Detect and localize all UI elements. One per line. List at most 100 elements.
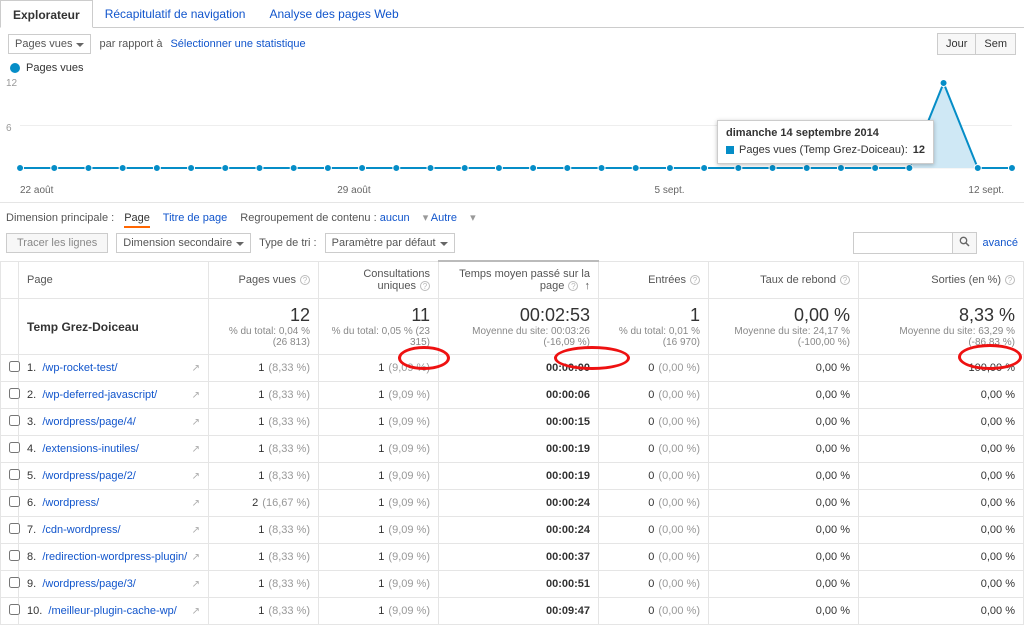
external-link-icon[interactable]: ↗ — [192, 363, 200, 374]
help-icon[interactable]: ? — [690, 275, 700, 285]
search-button[interactable] — [953, 232, 977, 254]
external-link-icon[interactable]: ↗ — [192, 579, 200, 590]
col-pageviews[interactable]: Pages vues? — [209, 261, 319, 299]
row-checkbox[interactable] — [9, 604, 20, 615]
exits-cell: 0,00 % — [859, 517, 1024, 544]
col-bounce[interactable]: Taux de rebond? — [709, 261, 859, 299]
page-link[interactable]: /cdn-wordpress/ — [42, 524, 120, 536]
primary-dimension-label: Dimension principale : — [6, 212, 114, 224]
external-link-icon[interactable]: ↗ — [192, 525, 200, 536]
dim-content-group-none[interactable]: aucun — [380, 212, 410, 224]
row-checkbox[interactable] — [9, 496, 20, 507]
external-link-icon[interactable]: ↗ — [192, 552, 200, 563]
tab-explorer[interactable]: Explorateur — [0, 0, 93, 28]
external-link-icon[interactable]: ↗ — [192, 417, 200, 428]
granularity-week-button[interactable]: Sem — [976, 33, 1016, 55]
col-avg-time[interactable]: Temps moyen passé sur la page? ↑ — [439, 261, 599, 299]
entries-cell: 0(0,00 %) — [599, 463, 709, 490]
table-controls-row: Tracer les lignes Dimension secondaire T… — [0, 226, 1024, 260]
unique-cell: 1(9,09 %) — [319, 544, 439, 571]
unique-cell: 1(9,09 %) — [319, 436, 439, 463]
row-index: 4. — [27, 443, 36, 455]
page-link[interactable]: /wordpress/page/2/ — [42, 470, 136, 482]
row-index: 8. — [27, 551, 36, 563]
external-link-icon[interactable]: ↗ — [192, 471, 200, 482]
select-stat-link[interactable]: Sélectionner une statistique — [170, 38, 305, 50]
page-link[interactable]: /wp-rocket-test/ — [42, 362, 117, 374]
row-checkbox[interactable] — [9, 415, 20, 426]
tooltip-value: 12 — [913, 143, 925, 158]
magnifier-icon — [959, 236, 970, 247]
table-row: 4. /extensions-inutiles/ ↗ 1(8,33 %)1(9,09… — [1, 436, 1024, 463]
unique-cell: 1(9,09 %) — [319, 463, 439, 490]
x-tick: 29 août — [337, 185, 370, 196]
chevron-down-icon: ▾ — [470, 212, 476, 224]
help-icon[interactable]: ? — [840, 275, 850, 285]
row-checkbox[interactable] — [9, 577, 20, 588]
row-checkbox[interactable] — [9, 523, 20, 534]
dim-page[interactable]: Page — [124, 212, 150, 228]
unique-cell: 1(9,09 %) — [319, 355, 439, 382]
bounce-cell: 0,00 % — [709, 355, 859, 382]
page-link[interactable]: /redirection-wordpress-plugin/ — [42, 551, 187, 563]
page-link[interactable]: /wordpress/page/4/ — [42, 416, 136, 428]
bounce-cell: 0,00 % — [709, 544, 859, 571]
dim-other[interactable]: Autre — [431, 212, 457, 224]
bounce-cell: 0,00 % — [709, 598, 859, 625]
external-link-icon[interactable]: ↗ — [192, 390, 200, 401]
row-checkbox[interactable] — [9, 469, 20, 480]
col-unique[interactable]: Consultations uniques? — [319, 261, 439, 299]
row-index: 3. — [27, 416, 36, 428]
avgtime-cell: 00:00:15 — [439, 409, 599, 436]
primary-dimension-row: Dimension principale : Page Titre de pag… — [0, 202, 1024, 226]
row-index: 1. — [27, 362, 36, 374]
secondary-dimension-selector[interactable]: Dimension secondaire — [116, 233, 251, 253]
row-checkbox[interactable] — [9, 361, 20, 372]
row-checkbox[interactable] — [9, 442, 20, 453]
tab-navigation-summary[interactable]: Récapitulatif de navigation — [93, 0, 258, 27]
row-index: 6. — [27, 497, 36, 509]
pv-cell: 1(8,33 %) — [209, 517, 319, 544]
page-link[interactable]: /wordpress/ — [42, 497, 99, 509]
help-icon[interactable]: ? — [300, 275, 310, 285]
help-icon[interactable]: ? — [420, 281, 430, 291]
data-table-wrap: Page Pages vues? Consultations uniques? … — [0, 260, 1024, 625]
tooltip-marker-icon — [726, 146, 734, 154]
page-link[interactable]: /wp-deferred-javascript/ — [42, 389, 157, 401]
col-page[interactable]: Page — [19, 261, 209, 299]
col-entries[interactable]: Entrées? — [599, 261, 709, 299]
page-link[interactable]: /meilleur-plugin-cache-wp/ — [48, 605, 176, 617]
table-row: 10. /meilleur-plugin-cache-wp/↗1(8,33 %)… — [1, 598, 1024, 625]
page-cell: 1. /wp-rocket-test/ ↗ — [19, 355, 209, 382]
metric-selector[interactable]: Pages vues — [8, 34, 91, 54]
exits-cell: 0,00 % — [859, 409, 1024, 436]
bounce-cell: 0,00 % — [709, 382, 859, 409]
row-checkbox[interactable] — [9, 388, 20, 399]
sort-type-selector[interactable]: Paramètre par défaut — [325, 233, 455, 253]
row-index: 10. — [27, 605, 42, 617]
row-checkbox[interactable] — [9, 550, 20, 561]
col-exits[interactable]: Sorties (en %)? — [859, 261, 1024, 299]
page-link[interactable]: /wordpress/page/3/ — [42, 578, 136, 590]
unique-cell: 1(9,09 %) — [319, 517, 439, 544]
entries-cell: 0(0,00 %) — [599, 517, 709, 544]
external-link-icon[interactable]: ↗ — [192, 498, 200, 509]
page-link[interactable]: /extensions-inutiles/ — [42, 443, 139, 455]
plot-rows-button[interactable]: Tracer les lignes — [6, 233, 108, 253]
help-icon[interactable]: ? — [568, 281, 578, 291]
granularity-day-button[interactable]: Jour — [937, 33, 976, 55]
help-icon[interactable]: ? — [1005, 275, 1015, 285]
external-link-icon[interactable]: ↗ — [192, 444, 200, 455]
pv-cell: 1(8,33 %) — [209, 355, 319, 382]
chart-area: 12 6 dimanche 14 septembre 2014 Pages vu… — [0, 78, 1024, 183]
search-input[interactable] — [853, 232, 953, 254]
external-link-icon[interactable]: ↗ — [192, 606, 200, 617]
tab-inpage-analytics[interactable]: Analyse des pages Web — [257, 0, 410, 27]
advanced-filter-link[interactable]: avancé — [983, 237, 1018, 249]
x-tick: 22 août — [20, 185, 53, 196]
pv-cell: 1(8,33 %) — [209, 436, 319, 463]
dim-page-title[interactable]: Titre de page — [163, 212, 227, 224]
y-axis-mid: 6 — [6, 123, 12, 134]
page-cell: 7. /cdn-wordpress/↗ — [19, 517, 209, 544]
col-checkbox — [1, 261, 19, 299]
